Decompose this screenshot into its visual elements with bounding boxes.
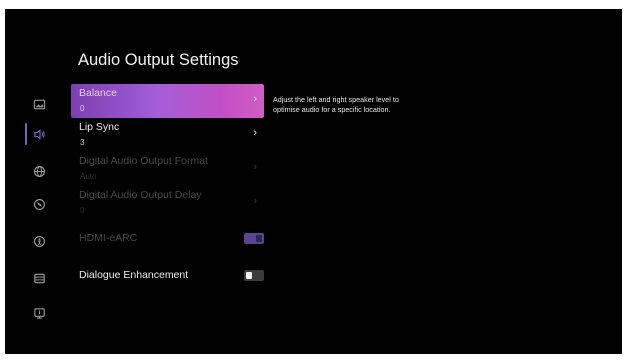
chevron-right-icon: › [253, 195, 257, 207]
tv-screen: Audio Output Settings Balance 0 › Lip Sy… [5, 9, 622, 354]
hdmi-earc-toggle [244, 233, 264, 244]
compass-icon[interactable] [32, 197, 46, 211]
toggle-knob [256, 235, 262, 242]
chevron-right-icon: › [253, 127, 257, 139]
settings-sidebar [5, 9, 75, 354]
menu-item-label: Dialogue Enhancement [79, 269, 189, 281]
dialogue-enhancement-toggle[interactable] [244, 270, 264, 281]
menu-item-lip-sync[interactable]: Lip Sync 3 › [71, 118, 264, 152]
setting-description: Adjust the left and right speaker level … [273, 95, 399, 115]
sound-icon[interactable] [32, 127, 46, 141]
menu-item-value: 3 [80, 138, 85, 147]
toggle-knob [246, 272, 252, 279]
chevron-right-icon: › [253, 93, 257, 105]
menu-item-label: HDMI-eARC [79, 232, 138, 244]
picture-icon[interactable] [32, 97, 46, 111]
page-title: Audio Output Settings [78, 51, 239, 69]
storage-icon[interactable] [32, 271, 46, 285]
chevron-right-icon: › [253, 161, 257, 173]
globe-icon[interactable] [32, 164, 46, 178]
menu-item-label: Digital Audio Output Delay [79, 189, 202, 201]
menu-item-digital-audio-output-format: Digital Audio Output Format Auto › [71, 152, 264, 186]
menu-item-value: Auto [80, 172, 97, 181]
menu-item-dialogue-enhancement[interactable]: Dialogue Enhancement [71, 265, 264, 287]
menu-item-balance[interactable]: Balance 0 › [71, 84, 264, 118]
menu-item-label: Balance [79, 87, 117, 99]
active-indicator [25, 123, 27, 145]
menu-item-value: 0 [80, 206, 85, 215]
menu-item-value: 0 [80, 104, 85, 113]
menu-item-label: Digital Audio Output Format [79, 155, 208, 167]
accessibility-icon[interactable] [32, 234, 46, 248]
menu-item-hdmi-earc: HDMI-eARC [71, 228, 264, 250]
support-icon[interactable] [32, 306, 46, 320]
menu-item-label: Lip Sync [79, 121, 120, 133]
menu-item-digital-audio-output-delay: Digital Audio Output Delay 0 › [71, 186, 264, 220]
